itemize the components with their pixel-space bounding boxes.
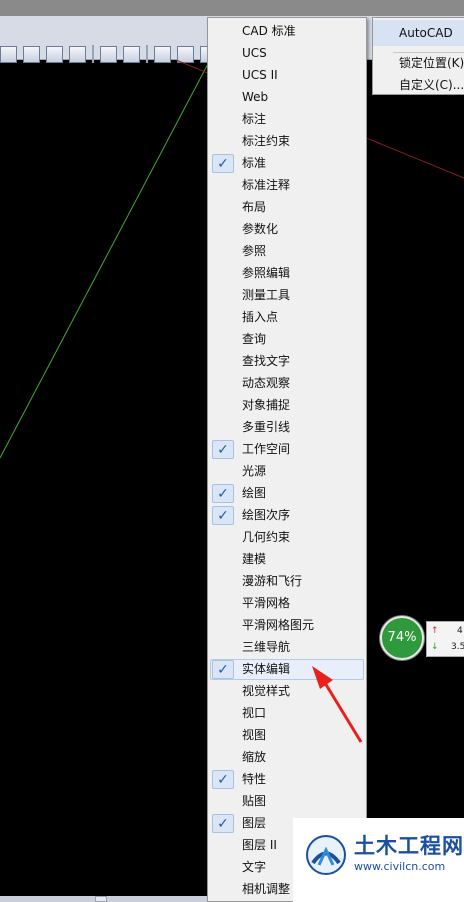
annotation-arrow-shaft [320,677,363,743]
watermark-title: 土木工程网 [354,834,464,858]
annotation-arrow-head [312,666,333,689]
annotation-overlay [312,666,363,743]
watermark-logo [306,835,346,875]
site-watermark: 土木工程网 www.civilcn.com [293,818,464,902]
watermark-url: www.civilcn.com [354,860,446,873]
